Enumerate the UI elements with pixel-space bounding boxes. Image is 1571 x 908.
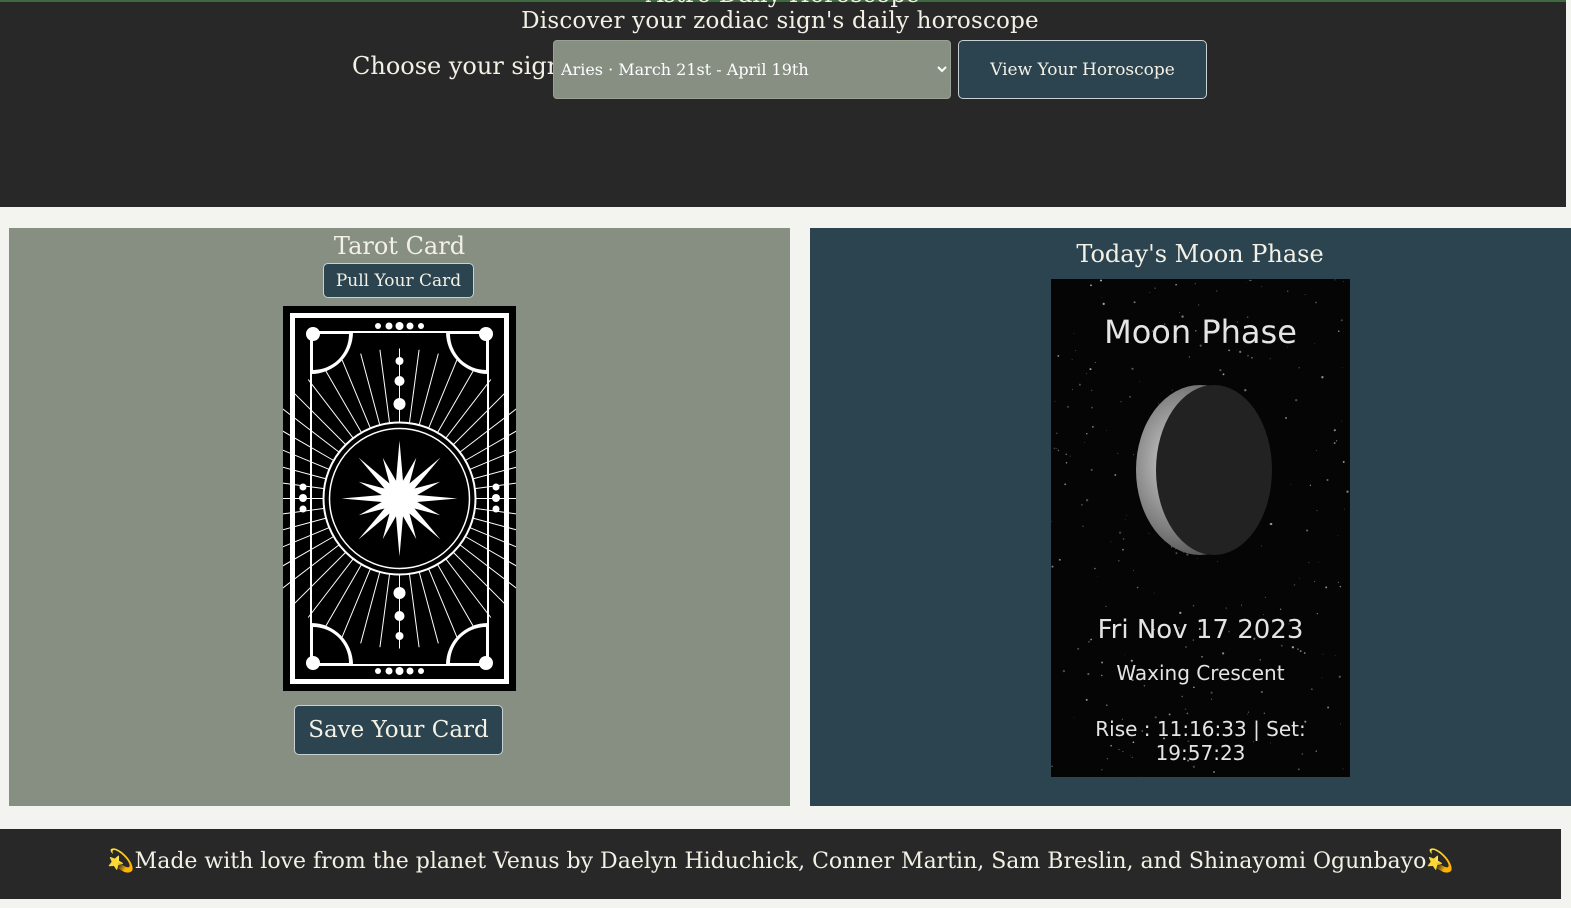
pull-card-button[interactable]: Pull Your Card [323, 263, 474, 298]
tarot-panel: Tarot Card Pull Your Card Save Your Card [9, 228, 790, 806]
header: Astro Daily Horoscope Discover your zodi… [0, 0, 1566, 207]
view-horoscope-button[interactable]: View Your Horoscope [958, 40, 1207, 99]
moon-phase-widget: Moon Phase Fri Nov 17 2023 Waxing Cresce… [1051, 279, 1350, 777]
moon-widget-rise-set: Rise : 11:16:33 | Set: 19:57:23 [1095, 717, 1306, 765]
moon-widget-phase: Waxing Crescent [1116, 661, 1285, 685]
footer-credits: 💫Made with love from the planet Venus by… [107, 849, 1454, 874]
moon-widget-heading: Moon Phase [1104, 313, 1297, 351]
footer: 💫Made with love from the planet Venus by… [0, 829, 1561, 899]
page-subtitle: Discover your zodiac sign's daily horosc… [521, 8, 1039, 34]
moon-phase-graphic [1051, 279, 1349, 777]
sign-select[interactable]: Aries · March 21st - April 19th [553, 40, 951, 99]
tarot-card-image [283, 306, 516, 691]
tarot-title: Tarot Card [333, 232, 466, 260]
choose-sign-label: Choose your sign: [352, 52, 571, 80]
page-title: Astro Daily Horoscope [0, 0, 1566, 8]
moon-phase-title: Today's Moon Phase [1076, 240, 1324, 268]
moon-widget-date: Fri Nov 17 2023 [1097, 615, 1304, 645]
save-card-button[interactable]: Save Your Card [294, 705, 503, 755]
moon-panel: Today's Moon Phase Moon Phase Fri Nov 17… [810, 228, 1571, 806]
